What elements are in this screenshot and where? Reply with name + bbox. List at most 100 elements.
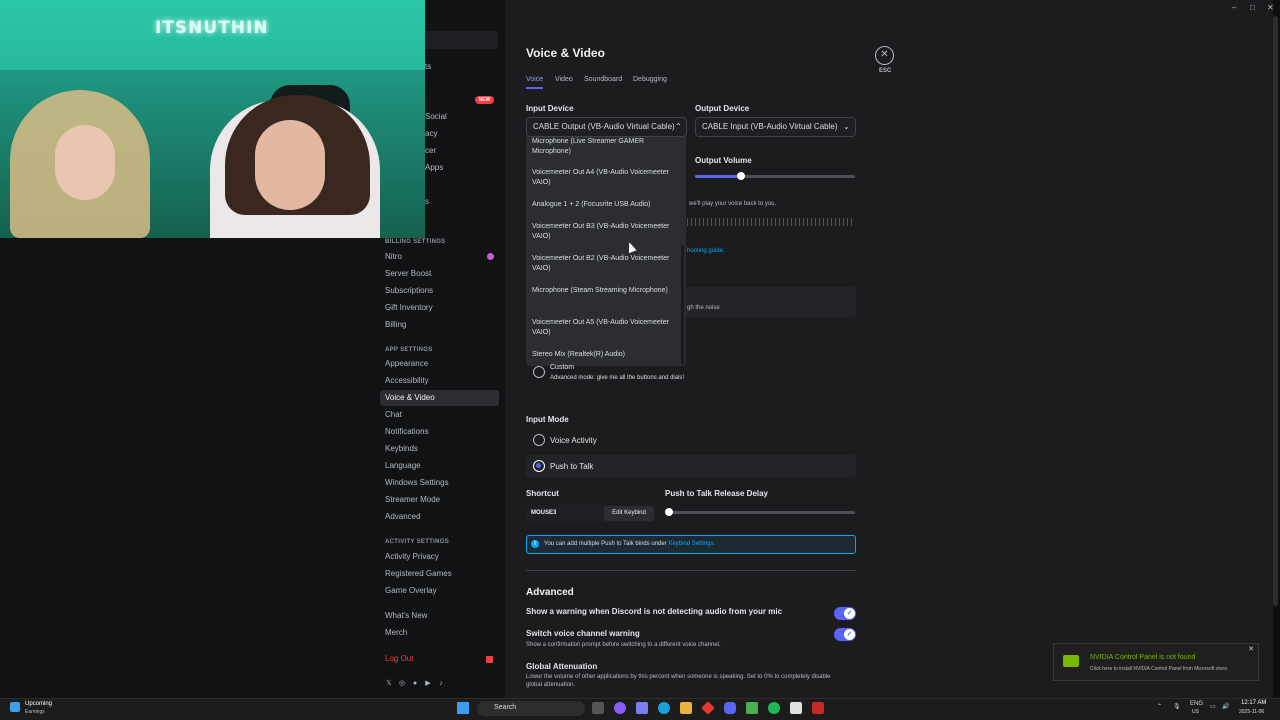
sidebar-item-subscriptions[interactable]: Subscriptions (380, 283, 499, 299)
teams-icon[interactable] (636, 702, 648, 714)
windows-start-icon[interactable] (457, 702, 469, 714)
sidebar-item-appearance[interactable]: Appearance (380, 356, 499, 372)
dropdown-option[interactable]: Microphone (Steam Streaming Microphone) (532, 286, 682, 296)
mic-warning-toggle[interactable] (834, 607, 856, 620)
dropdown-option[interactable]: Voicemeeter Out B3 (VB-Audio Voicemeeter… (532, 222, 682, 242)
sidebar-item-chat[interactable]: Chat (380, 407, 499, 423)
tab-soundboard[interactable]: Soundboard (584, 76, 622, 83)
youtube-icon[interactable]: ▶ (424, 680, 432, 688)
ptt-delay-slider[interactable] (665, 508, 673, 516)
task-view-icon[interactable] (592, 702, 604, 714)
tab-video[interactable]: Video (555, 76, 573, 83)
custom-description: Advanced mode: give me all the buttons a… (550, 375, 685, 381)
sidebar-item-voice-video[interactable]: Voice & Video (380, 390, 499, 406)
sidebar-item-gift-inventory[interactable]: Gift Inventory (380, 300, 499, 316)
file-explorer-icon[interactable] (680, 702, 692, 714)
custom-radio[interactable] (533, 366, 545, 378)
sidebar-item-activity-privacy[interactable]: Activity Privacy (380, 549, 499, 565)
network-icon[interactable]: ▭ (1210, 703, 1216, 710)
close-window-button[interactable]: ✕ (1267, 3, 1274, 12)
sidebar-item-merch[interactable]: Merch (380, 625, 499, 641)
dropdown-option[interactable]: Voicemeeter Out A5 (VB-Audio Voicemeeter… (532, 318, 682, 338)
webcam-overlay: ITSNUTHIN (0, 0, 425, 238)
voice-activity-label: Voice Activity (550, 436, 597, 445)
instagram-icon[interactable]: ◎ (398, 680, 406, 688)
app-icon-green[interactable] (746, 702, 758, 714)
content-scrollbar[interactable] (1273, 16, 1278, 606)
language-label[interactable]: ENG (1190, 701, 1203, 707)
taskbar-search-placeholder: Search (494, 704, 517, 711)
maximize-button[interactable]: □ (1250, 3, 1255, 12)
sidebar-item-billing[interactable]: Billing (380, 317, 499, 333)
push-to-talk-radio[interactable] (533, 460, 545, 472)
shortcut-label: Shortcut (526, 489, 559, 498)
sidebar-item-partial[interactable]: ts (425, 62, 431, 71)
dropdown-option[interactable]: Stereo Mix (Realtek(R) Audio) (532, 350, 682, 360)
sidebar-item-partial[interactable]: Apps (425, 163, 443, 172)
screen: ts NEW Social acy cer Apps s BILLING SET… (0, 0, 1280, 720)
chevron-up-icon: ⌃ (675, 122, 682, 131)
volume-icon[interactable]: 🔊 (1222, 703, 1229, 710)
close-settings-button[interactable]: ✕ (875, 46, 894, 65)
sidebar-item-partial[interactable]: s (425, 197, 429, 206)
weather-title[interactable]: Upcoming (25, 701, 52, 707)
sidebar-item-partial[interactable]: acy (425, 129, 437, 138)
weather-icon[interactable] (10, 702, 20, 712)
nvidia-toast[interactable] (1053, 643, 1259, 681)
switch-warning-toggle[interactable] (834, 628, 856, 641)
dropdown-option[interactable]: Microphone (Live Streamer GAMER Micropho… (532, 137, 682, 157)
troubleshooting-link[interactable]: hooting guide. (687, 248, 725, 254)
billing-settings-header: BILLING SETTINGS (385, 239, 446, 245)
tab-debugging[interactable]: Debugging (633, 76, 667, 83)
discord-icon[interactable] (724, 702, 736, 714)
sidebar-item-log-out[interactable]: Log Out (380, 651, 499, 667)
sidebar-item-partial[interactable]: Social (425, 112, 447, 121)
tab-voice[interactable]: Voice (526, 76, 543, 83)
app-icon-window[interactable] (790, 702, 802, 714)
sidebar-item-advanced[interactable]: Advanced (380, 509, 499, 525)
sidebar-item-keybinds[interactable]: Keybinds (380, 441, 499, 457)
microphone-icon[interactable]: 🎙 (1173, 703, 1181, 710)
app-icon-calendar[interactable] (812, 702, 824, 714)
x-icon[interactable]: 𝕏 (385, 680, 393, 688)
sidebar-item-language[interactable]: Language (380, 458, 499, 474)
sidebar-item-windows-settings[interactable]: Windows Settings (380, 475, 499, 491)
dropdown-scrollbar[interactable] (681, 245, 684, 365)
edit-keybind-button[interactable]: Edit Keybind (604, 506, 654, 521)
dropdown-option[interactable]: Analogue 1 + 2 (Focusrite USB Audio) (532, 200, 682, 210)
clock-date: 2025-11-06 (1239, 709, 1265, 715)
facebook-icon[interactable]: ● (411, 680, 419, 688)
dropdown-option[interactable]: Voicemeeter Out A4 (VB-Audio Voicemeeter… (532, 168, 682, 188)
dropdown-option[interactable]: Voicemeeter Out B2 (VB-Audio Voicemeeter… (532, 254, 682, 274)
spotify-icon[interactable] (768, 702, 780, 714)
toast-close-icon[interactable]: ✕ (1246, 645, 1256, 655)
noise-suppression-box (682, 287, 856, 317)
sidebar-item-nitro[interactable]: Nitro (380, 249, 499, 265)
output-volume-label: Output Volume (695, 156, 752, 165)
copilot-icon[interactable] (614, 702, 626, 714)
sidebar-item-registered-games[interactable]: Registered Games (380, 566, 499, 582)
sidebar-item-server-boost[interactable]: Server Boost (380, 266, 499, 282)
output-device-value: CABLE Input (VB-Audio Virtual Cable) (702, 122, 838, 131)
person-right-face (255, 120, 325, 210)
ptt-delay-track (669, 511, 855, 514)
output-device-select[interactable]: CABLE Input (VB-Audio Virtual Cable) ⌄ (695, 117, 856, 137)
sidebar-item-whats-new[interactable]: What's New (380, 608, 499, 624)
sidebar-item-game-overlay[interactable]: Game Overlay (380, 583, 499, 599)
switch-warning-label: Switch voice channel warning (526, 629, 640, 638)
input-device-select[interactable]: CABLE Output (VB-Audio Virtual Cable) ⌃ (526, 117, 687, 137)
voice-activity-radio[interactable] (533, 434, 545, 446)
input-device-value: CABLE Output (VB-Audio Virtual Cable) (533, 122, 675, 131)
chevron-up-icon[interactable]: ⌃ (1157, 703, 1162, 710)
sidebar-item-streamer-mode[interactable]: Streamer Mode (380, 492, 499, 508)
minimize-button[interactable]: – (1232, 3, 1236, 12)
sidebar-item-notifications[interactable]: Notifications (380, 424, 499, 440)
sidebar-item-partial[interactable]: cer (425, 146, 436, 155)
clock-time[interactable]: 12:17 AM (1241, 700, 1266, 706)
keybind-settings-link[interactable]: Keybind Settings. (668, 541, 715, 547)
output-volume-fill (695, 175, 742, 178)
sidebar-item-accessibility[interactable]: Accessibility (380, 373, 499, 389)
input-device-dropdown: Microphone (Live Streamer GAMER Micropho… (526, 137, 686, 366)
edge-icon[interactable] (658, 702, 670, 714)
tiktok-icon[interactable]: ♪ (437, 680, 445, 688)
